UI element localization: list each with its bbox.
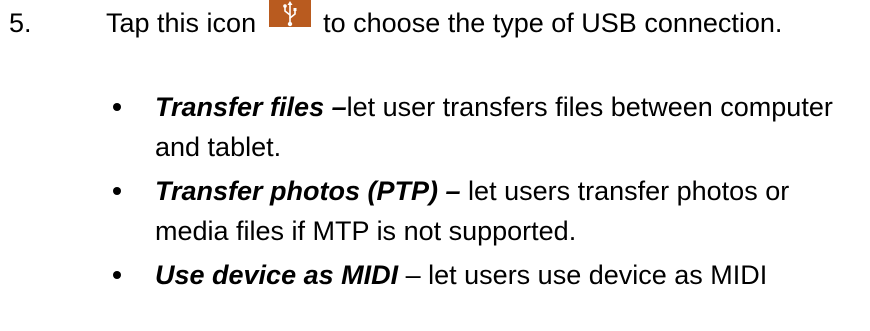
usb-icon [268,0,311,27]
step-number: 5. [9,8,32,38]
step-text: Tap this icon to choose the type of USB … [106,0,856,43]
option-transfer-files: Transfer files –let user transfers files… [9,87,855,167]
option-description: – let users use device as MIDI [398,260,768,290]
option-use-as-midi: Use device as MIDI – let users use devic… [9,255,855,295]
bullet-icon [113,187,121,195]
step-text-before-icon: Tap this icon [106,8,257,38]
bullet-icon [113,103,121,111]
usb-mode-options: Transfer files –let user transfers files… [9,87,864,299]
option-term: Transfer files – [155,92,347,122]
step-text-after-icon: to choose the type of USB connection. [323,8,783,38]
bullet-icon [113,271,121,279]
option-term: Transfer photos (PTP) – [155,176,461,206]
option-term: Use device as MIDI [155,260,399,290]
option-transfer-photos: Transfer photos (PTP) – let users transf… [9,171,855,251]
